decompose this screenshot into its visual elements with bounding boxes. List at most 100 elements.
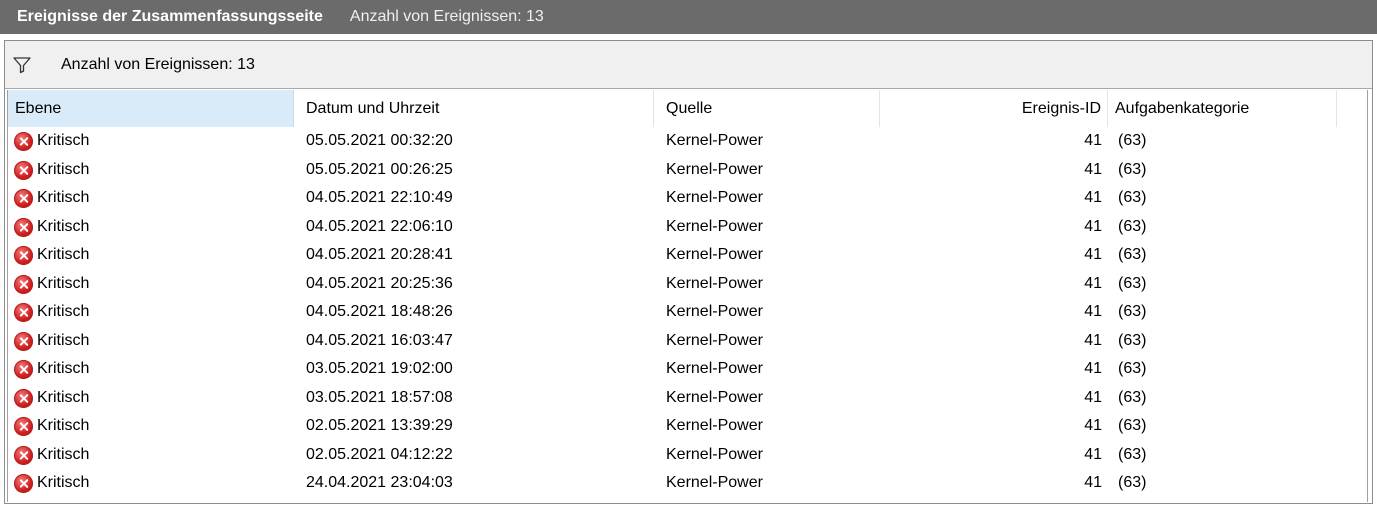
table-row[interactable]: Kritisch 04.05.2021 22:06:10 Kernel-Power 4…	[8, 213, 1367, 242]
event-id-cell: 41	[1084, 360, 1102, 377]
table-row[interactable]: Kritisch 04.05.2021 16:03:47 Kernel-Power 4…	[8, 327, 1367, 356]
event-id-cell: 41	[1084, 388, 1102, 406]
table-row[interactable]: Kritisch 04.05.2021 20:25:36 Kernel-Power 4…	[8, 270, 1367, 299]
table-body: Kritisch 05.05.2021 00:32:20 Kernel-Power 4…	[8, 127, 1367, 498]
source-cell: Kernel-Power	[666, 445, 763, 463]
task-category-cell: (63)	[1118, 274, 1147, 292]
datetime-cell: 04.05.2021 18:48:26	[306, 303, 453, 320]
event-id-cell: 41	[1084, 217, 1102, 235]
task-category-cell: (63)	[1118, 160, 1147, 178]
window-title: Ereignisse der Zusammenfassungsseite	[17, 8, 323, 25]
event-id-cell: 41	[1084, 331, 1102, 349]
source-cell: Kernel-Power	[666, 160, 763, 178]
table-row[interactable]: Kritisch 05.05.2021 00:26:25 Kernel-Power 4…	[8, 156, 1367, 185]
datetime-cell: 05.05.2021 00:32:20	[306, 132, 453, 149]
critical-error-icon	[14, 331, 33, 351]
critical-error-icon	[14, 132, 33, 151]
column-header-aufgabenkategorie[interactable]: Aufgabenkategorie	[1108, 90, 1337, 127]
column-header-label: Datum und Uhrzeit	[306, 100, 440, 117]
level-cell: Kritisch	[37, 246, 90, 263]
source-cell: Kernel-Power	[666, 189, 763, 206]
critical-error-icon	[14, 217, 33, 237]
event-id-cell: 41	[1084, 160, 1102, 178]
funnel-icon[interactable]	[13, 56, 31, 74]
table-row[interactable]: Kritisch 05.05.2021 00:32:20 Kernel-Power 4…	[8, 127, 1367, 156]
events-table: Ebene Datum und Uhrzeit Quelle Ereignis-…	[7, 90, 1368, 502]
event-id-cell: 41	[1084, 274, 1102, 292]
column-header-label: Aufgabenkategorie	[1115, 100, 1250, 117]
level-cell: Kritisch	[37, 417, 90, 434]
table-header: Ebene Datum und Uhrzeit Quelle Ereignis-…	[8, 90, 1367, 127]
datetime-cell: 04.05.2021 16:03:47	[306, 331, 453, 349]
datetime-cell: 04.05.2021 22:10:49	[306, 189, 453, 206]
table-row[interactable]: Kritisch 24.04.2021 23:04:03 Kernel-Power 4…	[8, 469, 1367, 498]
table-row[interactable]: Kritisch 03.05.2021 19:02:00 Kernel-Power 4…	[8, 355, 1367, 384]
task-category-cell: (63)	[1118, 246, 1147, 263]
source-cell: Kernel-Power	[666, 132, 763, 149]
level-cell: Kritisch	[37, 474, 90, 491]
critical-error-icon	[14, 189, 33, 208]
source-cell: Kernel-Power	[666, 274, 763, 292]
datetime-cell: 04.05.2021 20:28:41	[306, 246, 453, 263]
level-cell: Kritisch	[37, 303, 90, 320]
task-category-cell: (63)	[1118, 360, 1147, 377]
source-cell: Kernel-Power	[666, 388, 763, 406]
filter-bar: Anzahl von Ereignissen: 13	[5, 41, 1372, 89]
source-cell: Kernel-Power	[666, 360, 763, 377]
task-category-cell: (63)	[1118, 445, 1147, 463]
datetime-cell: 02.05.2021 13:39:29	[306, 417, 453, 434]
column-header-quelle[interactable]: Quelle	[654, 90, 880, 127]
task-category-cell: (63)	[1118, 217, 1147, 235]
datetime-cell: 03.05.2021 18:57:08	[306, 388, 453, 406]
event-id-cell: 41	[1084, 445, 1102, 463]
critical-error-icon	[14, 474, 33, 493]
datetime-cell: 05.05.2021 00:26:25	[306, 160, 453, 178]
table-row[interactable]: Kritisch 02.05.2021 13:39:29 Kernel-Power 4…	[8, 412, 1367, 441]
event-id-cell: 41	[1084, 417, 1102, 434]
window-subtitle: Anzahl von Ereignissen: 13	[349, 8, 544, 25]
event-id-cell: 41	[1084, 246, 1102, 263]
datetime-cell: 04.05.2021 20:25:36	[306, 274, 453, 292]
table-row[interactable]: Kritisch 04.05.2021 18:48:26 Kernel-Power 4…	[8, 298, 1367, 327]
window-titlebar: Ereignisse der Zusammenfassungsseite Anz…	[0, 0, 1377, 34]
column-header-datum[interactable]: Datum und Uhrzeit	[294, 90, 654, 127]
task-category-cell: (63)	[1118, 388, 1147, 406]
event-id-cell: 41	[1084, 303, 1102, 320]
task-category-cell: (63)	[1118, 303, 1147, 320]
task-category-cell: (63)	[1118, 331, 1147, 349]
task-category-cell: (63)	[1118, 189, 1147, 206]
column-header-ereignis-id[interactable]: Ereignis-ID	[880, 90, 1108, 127]
table-row[interactable]: Kritisch 03.05.2021 18:57:08 Kernel-Power 4…	[8, 384, 1367, 413]
critical-error-icon	[14, 388, 33, 408]
critical-error-icon	[14, 360, 33, 379]
level-cell: Kritisch	[37, 160, 90, 178]
datetime-cell: 24.04.2021 23:04:03	[306, 474, 453, 491]
source-cell: Kernel-Power	[666, 217, 763, 235]
task-category-cell: (63)	[1118, 417, 1147, 434]
event-count-label: Anzahl von Ereignissen: 13	[61, 55, 255, 73]
level-cell: Kritisch	[37, 217, 90, 235]
source-cell: Kernel-Power	[666, 246, 763, 263]
level-cell: Kritisch	[37, 132, 90, 149]
level-cell: Kritisch	[37, 388, 90, 406]
event-id-cell: 41	[1084, 189, 1102, 206]
table-row[interactable]: Kritisch 04.05.2021 22:10:49 Kernel-Power 4…	[8, 184, 1367, 213]
level-cell: Kritisch	[37, 445, 90, 463]
column-header-label: Ebene	[15, 100, 62, 117]
source-cell: Kernel-Power	[666, 417, 763, 434]
task-category-cell: (63)	[1118, 474, 1147, 491]
table-row[interactable]: Kritisch 04.05.2021 20:28:41 Kernel-Power 4…	[8, 241, 1367, 270]
event-id-cell: 41	[1084, 132, 1102, 149]
datetime-cell: 03.05.2021 19:02:00	[306, 360, 453, 377]
source-cell: Kernel-Power	[666, 331, 763, 349]
table-row[interactable]: Kritisch 02.05.2021 04:12:22 Kernel-Power 4…	[8, 441, 1367, 470]
critical-error-icon	[14, 246, 33, 265]
level-cell: Kritisch	[37, 331, 90, 349]
critical-error-icon	[14, 274, 33, 294]
source-cell: Kernel-Power	[666, 474, 763, 491]
critical-error-icon	[14, 445, 33, 465]
column-header-ebene[interactable]: Ebene	[8, 90, 294, 127]
critical-error-icon	[14, 160, 33, 180]
event-id-cell: 41	[1084, 474, 1102, 491]
task-category-cell: (63)	[1118, 132, 1147, 149]
